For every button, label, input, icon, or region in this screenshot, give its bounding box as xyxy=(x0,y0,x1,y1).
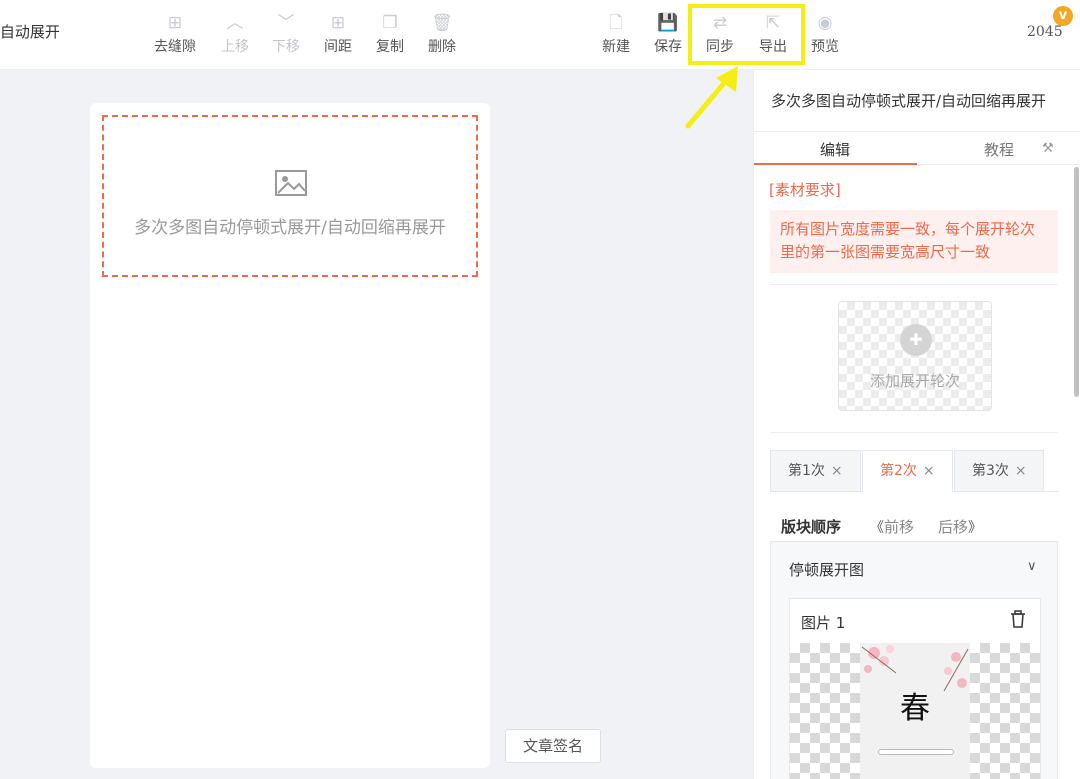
move-down-button[interactable]: ﹀ 下移 xyxy=(260,12,312,56)
spring-poster-image: 春 xyxy=(860,643,970,779)
chevron-up-icon: ︿ xyxy=(226,13,244,33)
divider xyxy=(770,284,1058,285)
tools-icon[interactable]: ⚒ xyxy=(1042,141,1054,156)
image-preview[interactable]: 春 xyxy=(790,643,1040,779)
counter-text: 2045 xyxy=(1027,24,1063,40)
tab-round-2[interactable]: 第2次 × xyxy=(862,450,953,492)
preview-button[interactable]: ◉ 预览 xyxy=(799,12,851,56)
plus-box-icon: ⊞ xyxy=(330,13,346,33)
close-icon[interactable]: × xyxy=(831,463,843,479)
document-title: ]自动展开 xyxy=(0,23,60,41)
block-title: 停顿展开图 xyxy=(789,561,865,579)
add-round-label: 添加展开轮次 xyxy=(869,372,960,390)
delete-button[interactable]: 🗑 删除 xyxy=(416,12,468,56)
copy-button[interactable]: ❐ 复制 xyxy=(364,12,416,56)
move-prev-button[interactable]: 《前移 xyxy=(870,516,914,537)
active-tab-underline xyxy=(754,163,917,165)
chevron-down-icon[interactable]: ∨ xyxy=(1027,559,1037,574)
arrow-annotation-icon xyxy=(685,66,738,129)
image-label: 图片 1 xyxy=(801,614,846,632)
image-placeholder-icon xyxy=(275,170,307,196)
remove-gap-button[interactable]: ⊞ 去缝隙 xyxy=(149,12,201,56)
new-file-icon: 🗋 xyxy=(609,13,623,33)
new-button[interactable]: 🗋 新建 xyxy=(590,12,642,56)
save-button[interactable]: 💾 保存 xyxy=(642,12,694,56)
tab-round-3[interactable]: 第3次 × xyxy=(954,450,1044,492)
highlight-annotation xyxy=(688,4,805,65)
block-order-label: 版块顺序 xyxy=(781,518,842,536)
block-placeholder-text: 多次多图自动停顿式展开/自动回缩再展开 xyxy=(134,218,446,238)
editor-canvas: 多次多图自动停顿式展开/自动回缩再展开 xyxy=(90,103,490,768)
material-requirements-title: [素材要求] xyxy=(769,181,841,199)
move-next-button[interactable]: 后移》 xyxy=(938,516,982,537)
plus-box-icon: ⊞ xyxy=(167,13,183,33)
article-signature-button[interactable]: 文章签名 xyxy=(505,729,601,763)
tab-round-1[interactable]: 第1次 × xyxy=(770,450,861,492)
double-chevron-left-icon: 《 xyxy=(870,520,884,536)
pause-expand-block-card: 停顿展开图 ∨ 图片 1 春 xyxy=(770,541,1058,779)
top-toolbar: ]自动展开 ⊞ 去缝隙 ︿ 上移 ﹀ 下移 ⊞ 间距 ❐ 复制 🗑 删除 🗋 新… xyxy=(0,0,1080,70)
save-icon: 💾 xyxy=(657,13,679,33)
copy-icon: ❐ xyxy=(382,13,398,33)
trash-icon[interactable] xyxy=(1010,610,1026,628)
properties-panel: 多次多图自动停顿式展开/自动回缩再展开 编辑 教程 ⚒ [素材要求] 所有图片宽… xyxy=(753,70,1080,779)
close-icon[interactable]: × xyxy=(1015,463,1027,479)
tab-tutorial[interactable]: 教程 xyxy=(984,139,1014,160)
panel-tabs: 编辑 教程 ⚒ xyxy=(754,131,1080,165)
panel-title: 多次多图自动停顿式展开/自动回缩再展开 xyxy=(771,92,1047,110)
eye-icon: ◉ xyxy=(817,13,833,33)
chevron-down-icon: ﹀ xyxy=(277,13,295,33)
spring-character: 春 xyxy=(900,691,930,726)
spacing-button[interactable]: ⊞ 间距 xyxy=(312,12,364,56)
double-chevron-right-icon: 》 xyxy=(968,520,983,536)
auto-expand-block[interactable]: 多次多图自动停顿式展开/自动回缩再展开 xyxy=(102,115,478,277)
move-up-button[interactable]: ︿ 上移 xyxy=(209,12,261,56)
close-icon[interactable]: × xyxy=(923,463,935,479)
image-item-card: 图片 1 春 xyxy=(789,598,1041,779)
material-requirements-text: 所有图片宽度需要一致，每个展开轮次里的第一张图需要宽高尺寸一致 xyxy=(770,210,1058,273)
add-expand-round-button[interactable]: ✚ 添加展开轮次 xyxy=(838,301,992,411)
trash-icon: 🗑 xyxy=(431,13,453,33)
add-round-icon: ✚ xyxy=(900,324,932,356)
tab-edit[interactable]: 编辑 xyxy=(820,139,850,160)
vip-badge[interactable]: v xyxy=(1053,6,1073,26)
scrollbar[interactable] xyxy=(1074,167,1079,397)
divider xyxy=(770,432,1058,433)
poster-caption-bar xyxy=(878,749,954,755)
